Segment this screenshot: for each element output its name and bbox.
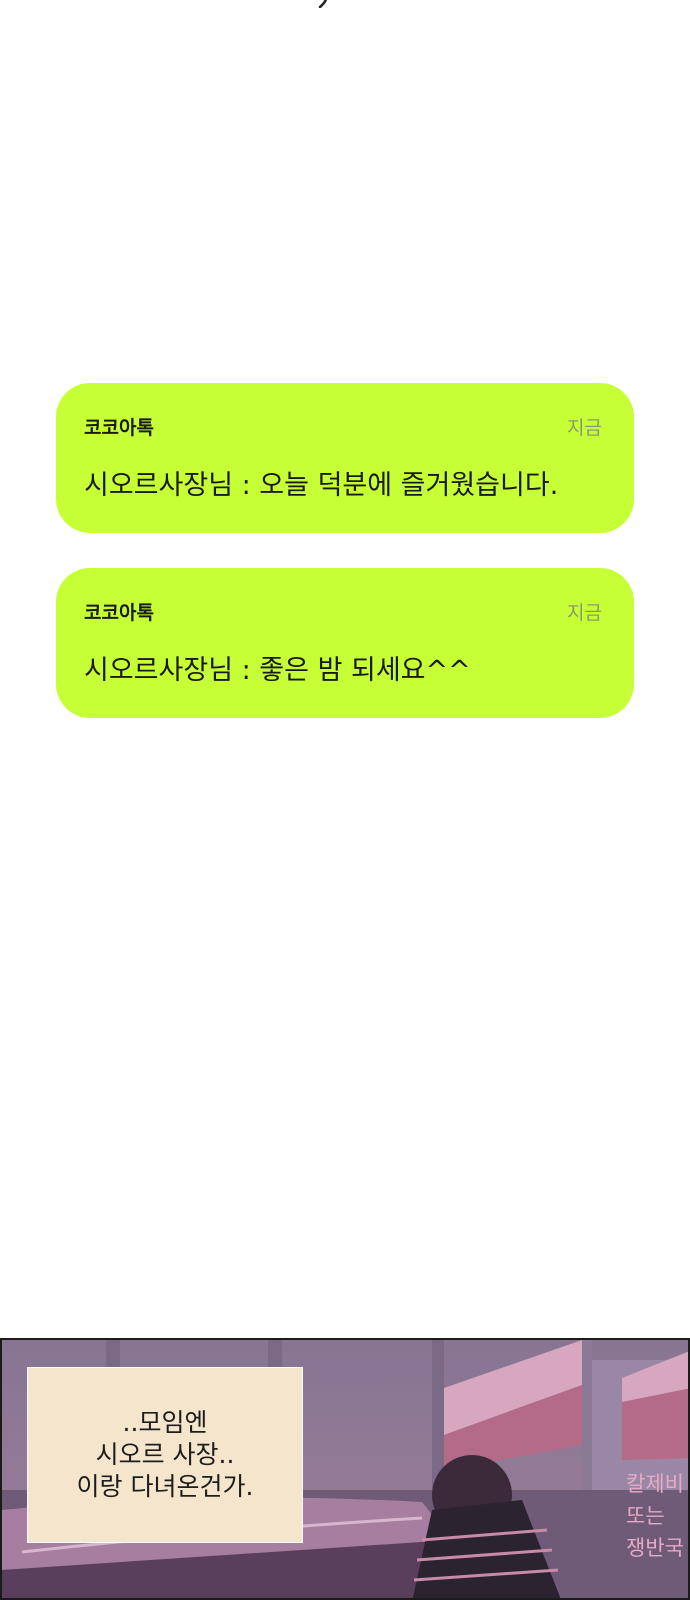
- comic-panel: ..모임엔 시오르 사장.. 이랑 다녀온건가. 칼제비 또는 쟁반국: [0, 1338, 690, 1600]
- caption-line-2: 시오르 사장..: [95, 1440, 235, 1469]
- notification-app-name: 코코아톡: [84, 602, 154, 624]
- notification-time: 지금: [567, 417, 602, 439]
- shop-sign-line-1: 칼제비: [626, 1472, 684, 1496]
- caption-line-1: ..모임엔: [122, 1408, 208, 1437]
- brush-stroke-mark: [318, 0, 328, 8]
- notification-app-name: 코코아톡: [84, 417, 154, 439]
- notification-time: 지금: [567, 602, 602, 624]
- caption-line-3: 이랑 다녀온건가.: [76, 1472, 254, 1501]
- notification-card-1[interactable]: 코코아톡 지금 시오르사장님 : 오늘 덕분에 즐거웠습니다.: [56, 383, 634, 533]
- caption-box: ..모임엔 시오르 사장.. 이랑 다녀온건가.: [27, 1367, 303, 1543]
- shop-sign-line-2: 또는: [626, 1504, 665, 1528]
- notification-message: 시오르사장님 : 좋은 밤 되세요^^: [84, 655, 471, 686]
- notification-card-2[interactable]: 코코아톡 지금 시오르사장님 : 좋은 밤 되세요^^: [56, 568, 634, 718]
- notification-message: 시오르사장님 : 오늘 덕분에 즐거웠습니다.: [84, 470, 559, 501]
- shop-sign-line-3: 쟁반국: [626, 1536, 684, 1560]
